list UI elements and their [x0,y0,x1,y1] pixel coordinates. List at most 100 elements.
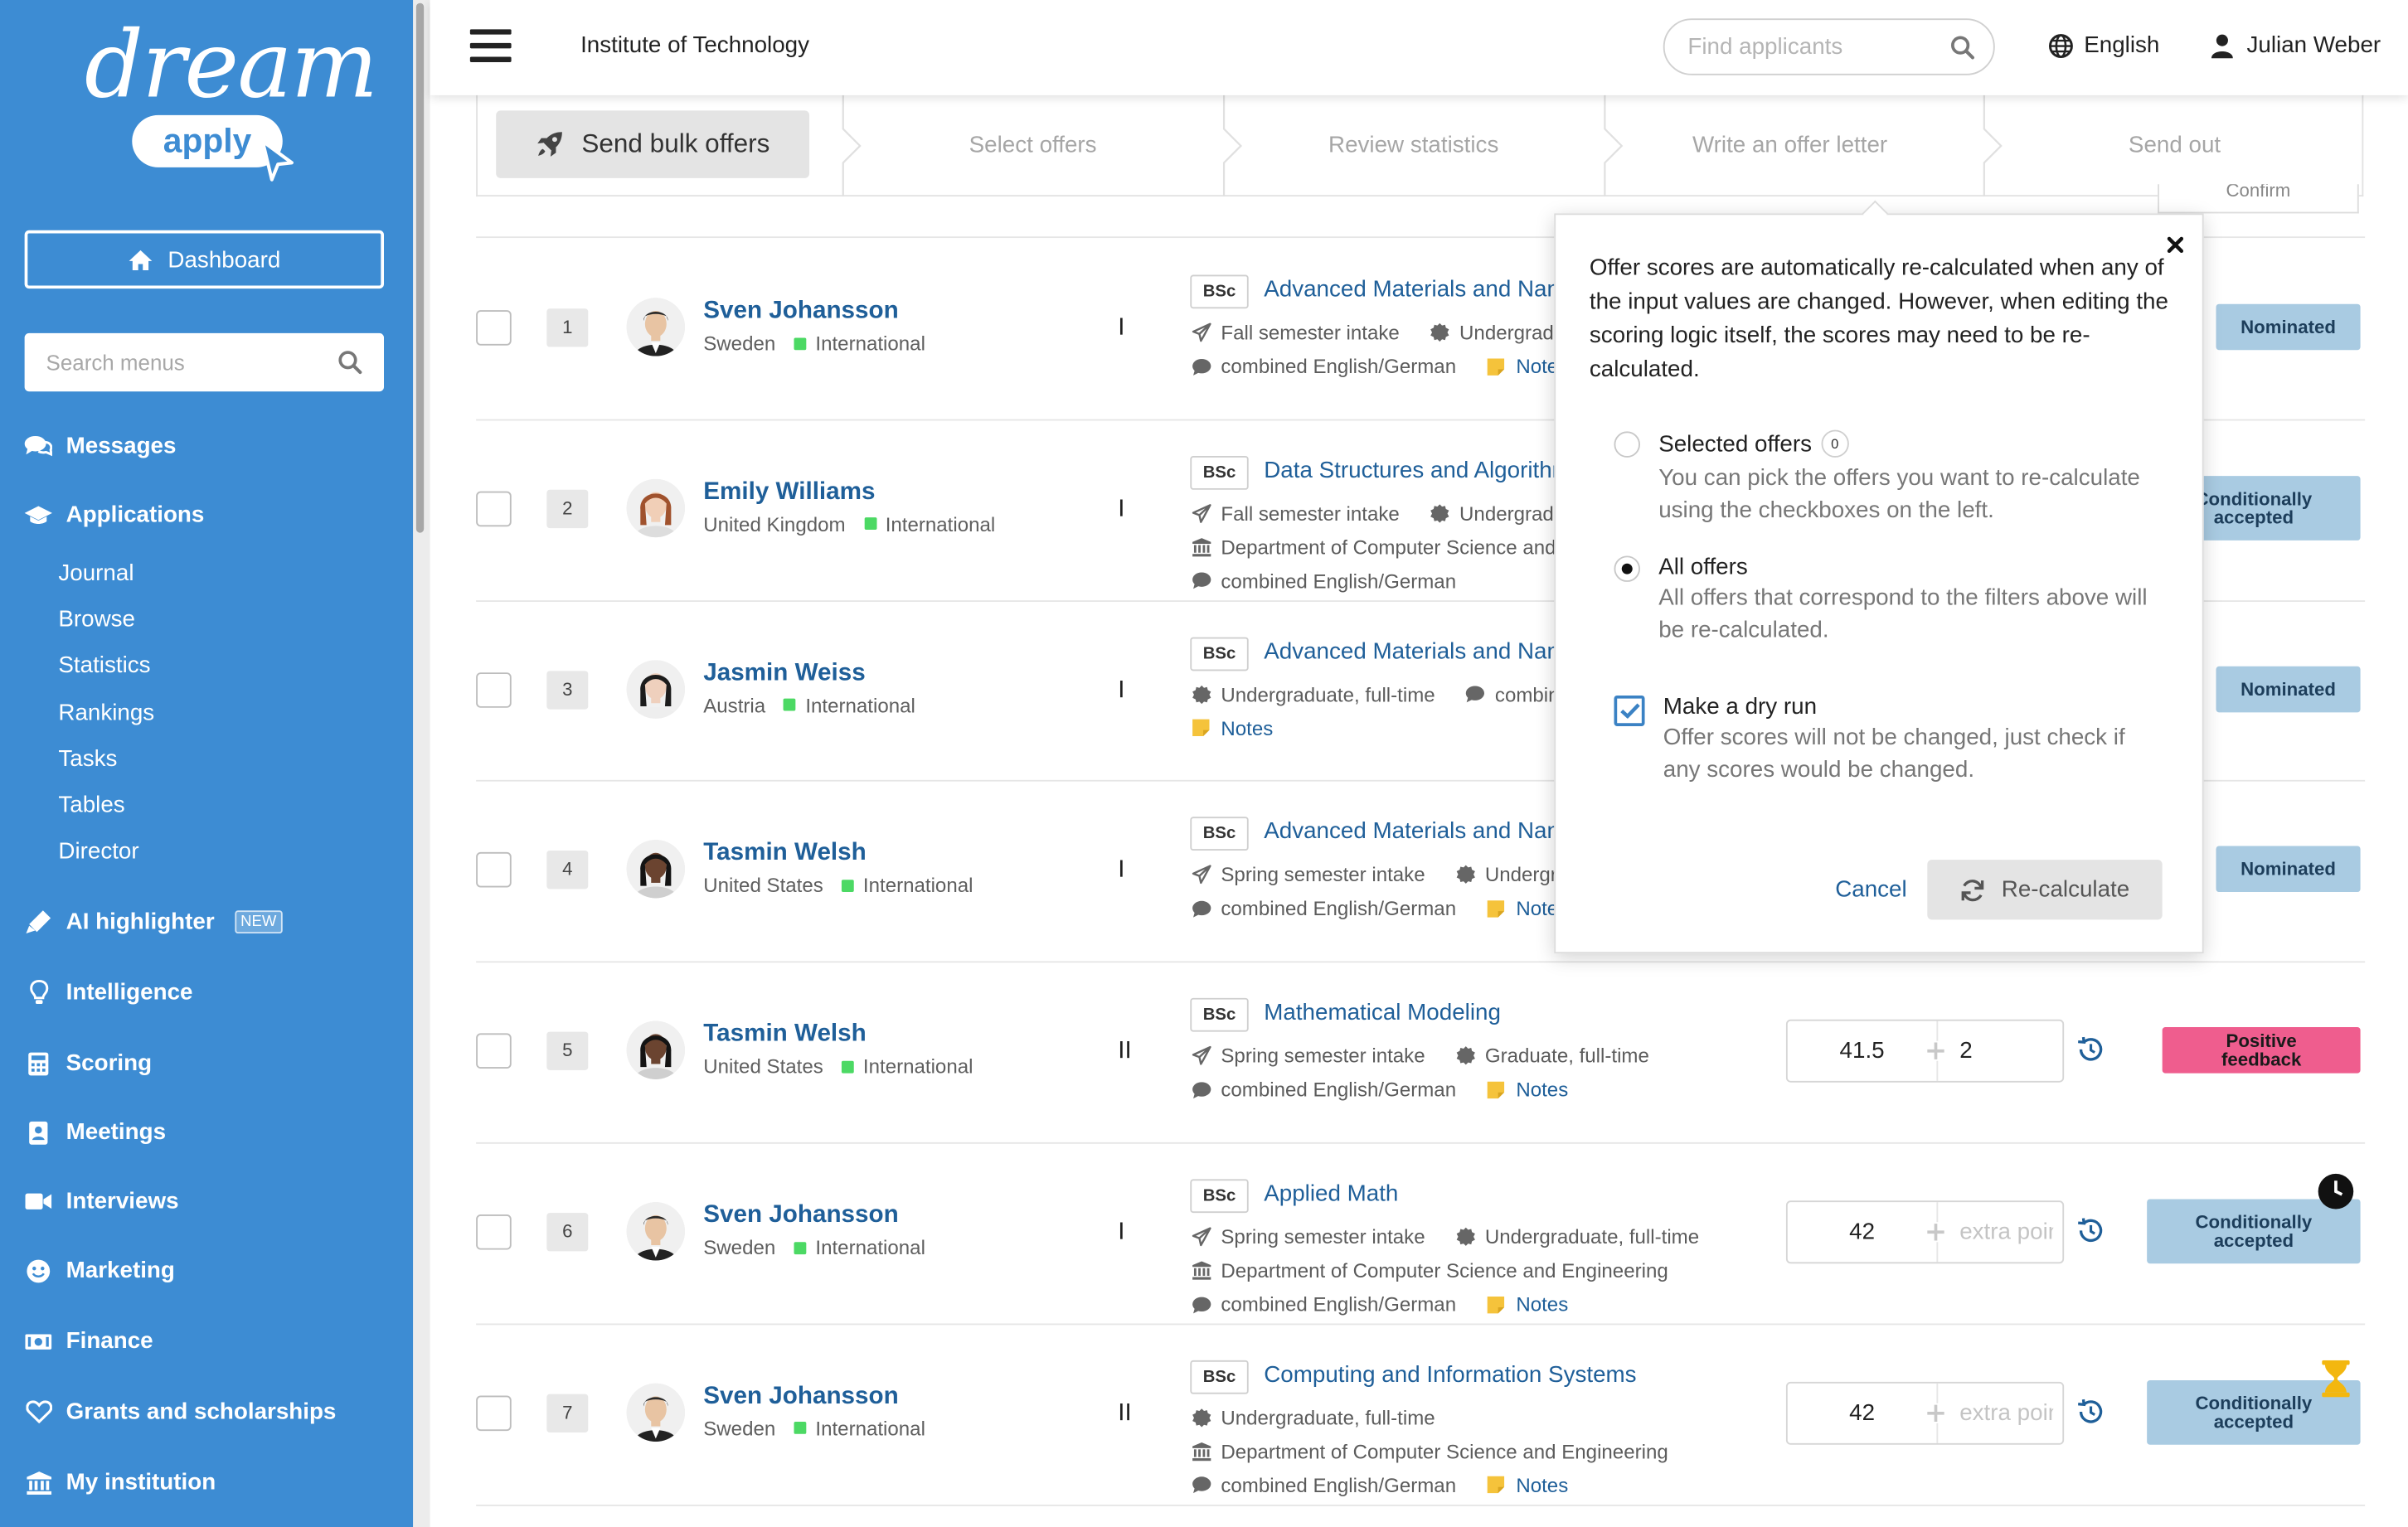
nav-finance[interactable]: Finance [0,1328,153,1355]
subnav-journal[interactable]: Journal [58,560,134,586]
applicant-name-link[interactable]: Tasmin Welsh [703,1021,867,1049]
score-field[interactable]: 42 extra points [1785,1200,2065,1264]
history-icon[interactable] [2076,1036,2104,1062]
row-checkbox[interactable] [476,1214,512,1250]
applicant-meta: Sweden International [703,332,925,355]
selected-offers-title: Selected offers [1658,430,1813,457]
option-all-offers[interactable]: All offers All offers that correspond to… [1614,555,2149,647]
extra-points-input[interactable]: extra points [1946,1219,2053,1245]
program-link[interactable]: Applied Math [1264,1180,1398,1206]
row-checkbox[interactable] [476,1395,512,1431]
rocket-icon [536,132,562,157]
program-link[interactable]: Data Structures and Algorithms [1264,458,1583,483]
step-review-statistics[interactable]: Review statistics [1328,132,1498,158]
menu-icon[interactable] [469,29,512,63]
dashboard-button[interactable]: Dashboard [24,230,385,289]
program-link[interactable]: Computing and Information Systems [1264,1361,1636,1387]
notes-link[interactable]: Notes [1487,1292,1568,1316]
language-label: English [2084,32,2160,59]
row-number: 7 [546,1394,589,1432]
subnav-director[interactable]: Director [58,838,138,864]
row-checkbox[interactable] [476,1033,512,1069]
logo-text: dream [84,12,378,120]
nav-scoring[interactable]: Scoring [0,1050,152,1076]
nav-interviews[interactable]: Interviews [0,1188,179,1214]
confirm-button-peek[interactable]: Confirm [2158,184,2359,214]
sticky-note-icon [1192,719,1210,737]
notes-link[interactable]: Notes [1192,716,1273,739]
history-icon[interactable] [2076,1399,2104,1424]
close-icon[interactable] [2167,236,2184,254]
nav-label: My institution [66,1469,216,1495]
program-attribute: Undergraduate, full-time [1484,1224,1700,1248]
language-selector[interactable]: English [2048,32,2160,59]
comments-icon [24,434,52,458]
degree-badge: BSc [1190,455,1249,490]
subnav-rankings[interactable]: Rankings [58,700,154,726]
applicant-country: Austria [703,693,766,717]
applicant-name-link[interactable]: Sven Johansson [703,1383,898,1410]
option-selected-offers[interactable]: Selected offers 0 You can pick the offers… [1614,429,2149,527]
subnav-browse[interactable]: Browse [58,607,135,633]
nav-meetings[interactable]: Meetings [0,1119,166,1146]
row-checkbox[interactable] [476,491,512,526]
history-icon[interactable] [2076,1218,2104,1243]
program-line: combined English/German Notes [1192,1292,1568,1316]
row-checkbox[interactable] [476,671,512,708]
send-bulk-offers-step[interactable]: Send bulk offers [496,110,810,178]
dry-run-checkbox[interactable] [1614,695,1645,727]
subnav-tables[interactable]: Tables [58,793,124,818]
program-link[interactable]: Mathematical Modeling [1264,1000,1501,1025]
applicant-name-link[interactable]: Sven Johansson [703,298,898,325]
scrollbar-thumb[interactable] [415,2,425,533]
nav-marketing[interactable]: Marketing [0,1258,175,1283]
user-name: Julian Weber [2246,32,2381,59]
nav-ai-highlighter[interactable]: AI highlighter NEW [0,909,283,935]
applicant-country: Sweden [703,1235,776,1259]
selected-offers-radio[interactable] [1614,431,1640,458]
step-select-offers[interactable]: Select offers [969,132,1097,158]
sidebar-scrollbar[interactable] [413,0,430,1527]
applicant-name-link[interactable]: Jasmin Weiss [703,660,865,687]
avatar [626,1202,686,1261]
nav-my-institution[interactable]: My institution [0,1469,216,1495]
step-send-out[interactable]: Send out [2129,132,2221,158]
logo-cursor-icon [260,139,294,182]
language: combined English/German [1221,1473,1457,1497]
row-checkbox[interactable] [476,310,512,346]
applicant-name-link[interactable]: Tasmin Welsh [703,841,867,868]
menu-search-input[interactable]: Search menus [24,332,385,392]
user-menu[interactable]: Julian Weber [2211,32,2381,58]
all-offers-title: All offers [1658,554,1748,581]
avatar [626,298,686,356]
sticky-note-icon [1488,1476,1505,1494]
nav-messages[interactable]: Messages [0,433,176,459]
row-checkbox[interactable] [476,852,512,889]
option-dry-run[interactable]: Make a dry run Offer scores will not be … [1614,694,2154,786]
extra-points-input[interactable]: extra points [1946,1400,2053,1426]
applicant-name-link[interactable]: Sven Johansson [703,1202,898,1229]
language: combined English/German [1221,897,1457,921]
nav-intelligence[interactable]: Intelligence [0,980,192,1006]
cancel-button[interactable]: Cancel [1835,877,1906,903]
applicant-type: International [805,693,915,717]
search-icon [1951,35,1974,59]
step-write-offer-letter[interactable]: Write an offer letter [1692,132,1887,158]
avatar [626,659,686,719]
recalculate-button[interactable]: Re-calculate [1927,860,2163,920]
notes-link[interactable]: Notes [1487,1078,1568,1101]
all-offers-radio[interactable] [1614,555,1640,582]
score-field[interactable]: 41.5 2 [1785,1020,2065,1083]
nav-applications[interactable]: Applications [0,502,204,528]
subnav-tasks[interactable]: Tasks [58,746,117,772]
nav-grants[interactable]: Grants and scholarships [0,1399,337,1425]
nav-label: Grants and scholarships [66,1399,337,1425]
degree-badge: BSc [1190,998,1249,1032]
applicant-type: International [815,1235,925,1259]
find-applicants-input[interactable]: Find applicants [1663,18,1995,75]
score-field[interactable]: 42 extra points [1785,1381,2065,1445]
notes-link[interactable]: Notes [1487,1474,1568,1496]
applicant-name-link[interactable]: Emily Williams [703,478,875,506]
extra-points-input[interactable]: 2 [1946,1038,2054,1064]
subnav-statistics[interactable]: Statistics [58,652,150,678]
